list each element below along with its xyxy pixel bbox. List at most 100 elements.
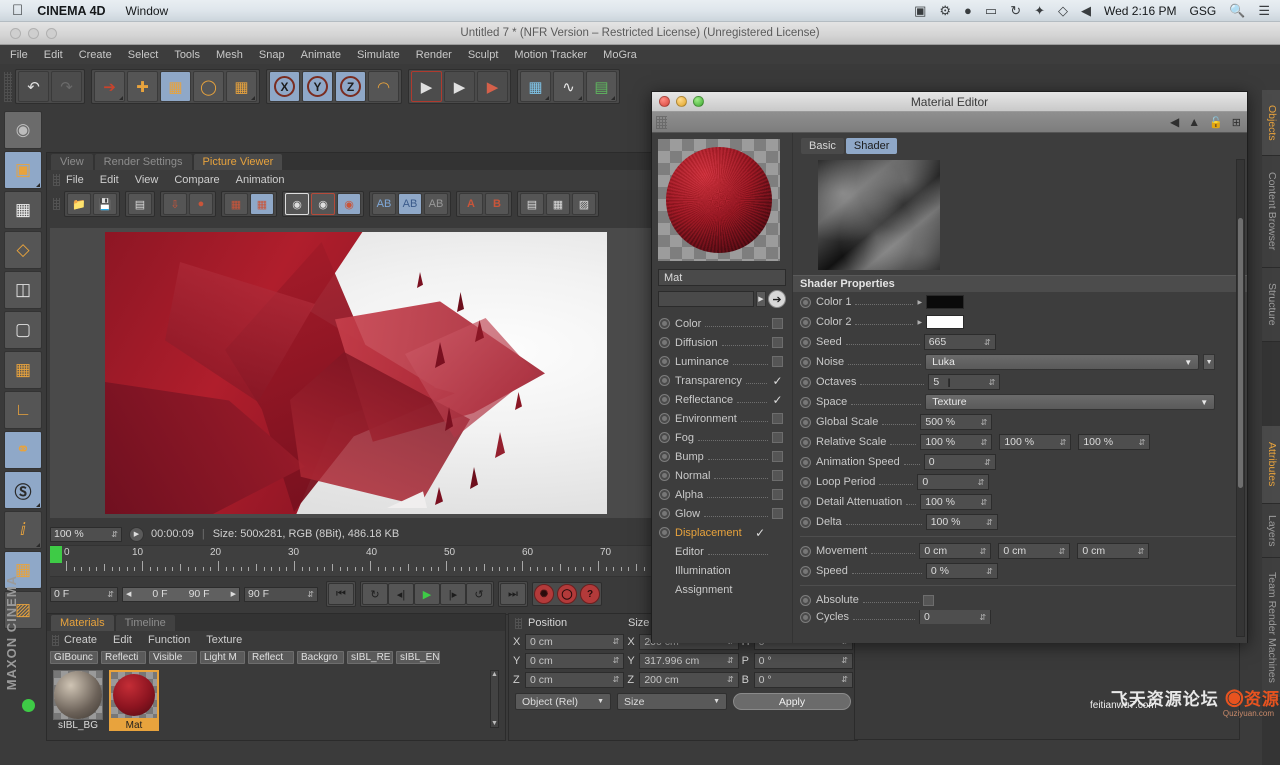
render-settings-button[interactable]: ▶ [477,71,508,102]
material-search-input[interactable] [658,291,754,307]
channel-environment[interactable]: Environment [652,409,792,428]
timeline-ruler[interactable]: 0 10 20 30 40 50 60 70 [50,545,662,577]
channel-checkmark-icon[interactable]: ✓ [771,374,784,388]
points-mode-icon[interactable]: ◫ [4,271,42,309]
polygons-mode-icon[interactable]: ▦ [4,351,42,389]
previous-frame-icon[interactable]: ◂| [388,583,414,605]
compare-ab-icon[interactable]: AB [372,193,396,215]
layout-3-icon[interactable]: ▨ [572,193,596,215]
channel-luminance[interactable]: Luminance [652,352,792,371]
rewind-icon[interactable]: ↻ [362,583,388,605]
scrollbar-thumb[interactable] [1238,218,1243,488]
rotation-p-field[interactable]: 0 ° ⇵ [753,652,853,669]
channel-reflectance[interactable]: Reflectance ✓ [652,390,792,409]
pick-material-icon[interactable]: ➔ [768,290,786,308]
back-arrow-icon[interactable]: ◀ [1170,115,1179,129]
snap-s-icon[interactable]: Ⓢ [4,471,42,509]
property-radio[interactable] [800,516,811,528]
relative-scale-y-field[interactable]: 100 % ⇵ [999,434,1072,450]
property-radio[interactable] [800,594,811,606]
material-preview[interactable] [658,139,780,261]
menu-simulate[interactable]: Simulate [357,49,400,61]
property-radio[interactable] [800,376,811,388]
pv-menu-file[interactable]: File [66,174,84,186]
model-mode-icon[interactable]: ▦ [4,191,42,229]
compare-swap-icon[interactable]: AB [398,193,422,215]
chip-light-m[interactable]: Light M [200,650,245,664]
set-b-icon[interactable]: B [485,193,509,215]
menu-select[interactable]: Select [128,49,159,61]
materials-scrollbar[interactable]: ▲ ▼ [490,670,499,728]
channel-glow[interactable]: Glow [652,504,792,523]
play-icon[interactable]: ▶ [414,583,440,605]
rtab-structure[interactable]: Structure [1262,268,1280,342]
property-radio[interactable] [800,316,811,328]
mat-menu-function[interactable]: Function [148,634,190,646]
airplay-icon[interactable]: ▭ [985,3,997,19]
channel-color[interactable]: Color [652,314,792,333]
rtab-attributes[interactable]: Attributes [1262,426,1280,504]
render-view-button[interactable]: ▶ [411,71,442,102]
relative-scale-x-field[interactable]: 100 % ⇵ [920,434,993,450]
tab-materials[interactable]: Materials [51,615,114,631]
property-radio[interactable] [800,476,811,488]
texture-mode-icon[interactable]: ◇ [4,231,42,269]
material-item-sibl-bg[interactable]: sIBL_BG [53,670,103,731]
menu-edit[interactable]: Edit [44,49,63,61]
undo-button[interactable]: ↶ [18,71,49,102]
view-a-icon[interactable]: ◉ [285,193,309,215]
chevron-right-icon[interactable]: ▶ [917,299,922,306]
pv-menu-edit[interactable]: Edit [100,174,119,186]
material-editor-title-bar[interactable]: Material Editor [652,92,1247,112]
size-y-field[interactable]: 317.996 cm ⇵ [639,652,739,669]
open-icon[interactable]: 📁 [67,193,91,215]
playhead-marker[interactable] [50,546,62,563]
forward-icon[interactable]: ↺ [466,583,492,605]
autokey-icon[interactable]: ◯ [557,584,577,604]
coordinate-mode-dropdown[interactable]: Object (Rel) ▼ [515,693,611,710]
channel-radio[interactable] [659,394,670,405]
creative-cloud-icon[interactable]: ● [964,3,972,18]
toolbar-grip[interactable] [4,71,12,102]
window-menu[interactable]: Window [126,4,169,18]
position-y-field[interactable]: 0 cm ⇵ [525,652,625,669]
current-frame-field[interactable]: 0 F ⇵ [50,586,118,602]
user-name[interactable]: GSG [1189,4,1216,18]
world-coordinates-button[interactable]: ◠ [368,71,399,102]
add-panel-icon[interactable]: ⊞ [1232,116,1241,129]
movement-x-field[interactable]: 0 cm ⇵ [919,543,992,559]
position-x-field[interactable]: 0 cm ⇵ [525,633,625,650]
channel-editor[interactable]: Editor [652,542,792,561]
channel-checkbox[interactable] [772,413,783,424]
channel-radio[interactable] [659,489,670,500]
keyframe-help-icon[interactable]: ? [580,584,600,604]
octaves-field[interactable]: 5 ⇵ I [928,374,1001,390]
channel-checkmark-icon[interactable]: ✓ [771,393,784,407]
chip-sibl-ref[interactable]: sIBL_RE [347,650,393,664]
tab-shader[interactable]: Shader [845,138,898,154]
rotate-tool-button[interactable]: ◯ [193,71,224,102]
channel-radio[interactable] [659,451,670,462]
chip-sibl-env[interactable]: sIBL_EN [396,650,440,664]
rotation-b-field[interactable]: 0 ° ⇵ [753,671,853,688]
channel-checkbox[interactable] [772,508,783,519]
menu-sculpt[interactable]: Sculpt [468,49,499,61]
import-icon[interactable]: ⇩ [163,193,187,215]
toolbar-grip[interactable] [656,115,667,129]
axis-x-button[interactable]: X [269,71,300,102]
notification-center-icon[interactable]: ☰ [1258,3,1270,19]
record-keyframe-icon[interactable]: ✺ [534,584,554,604]
property-radio[interactable] [800,296,811,308]
live-selection-icon[interactable]: ◉ [4,111,42,149]
copy-icon[interactable]: ▦ [250,193,274,215]
zoom-stepper[interactable]: ⇵ [106,530,118,539]
apple-icon[interactable]:  [12,3,23,18]
channel-radio[interactable] [659,337,670,348]
scale-tool-button[interactable]: ▦ [160,71,191,102]
max-frame-field[interactable]: 90 F ⇵ [244,586,318,602]
dropbox-icon[interactable]: ✦ [1034,3,1045,19]
property-radio[interactable] [800,356,811,368]
compare-ab2-icon[interactable]: AB [424,193,448,215]
property-radio[interactable] [800,496,811,508]
channel-checkbox[interactable] [772,432,783,443]
